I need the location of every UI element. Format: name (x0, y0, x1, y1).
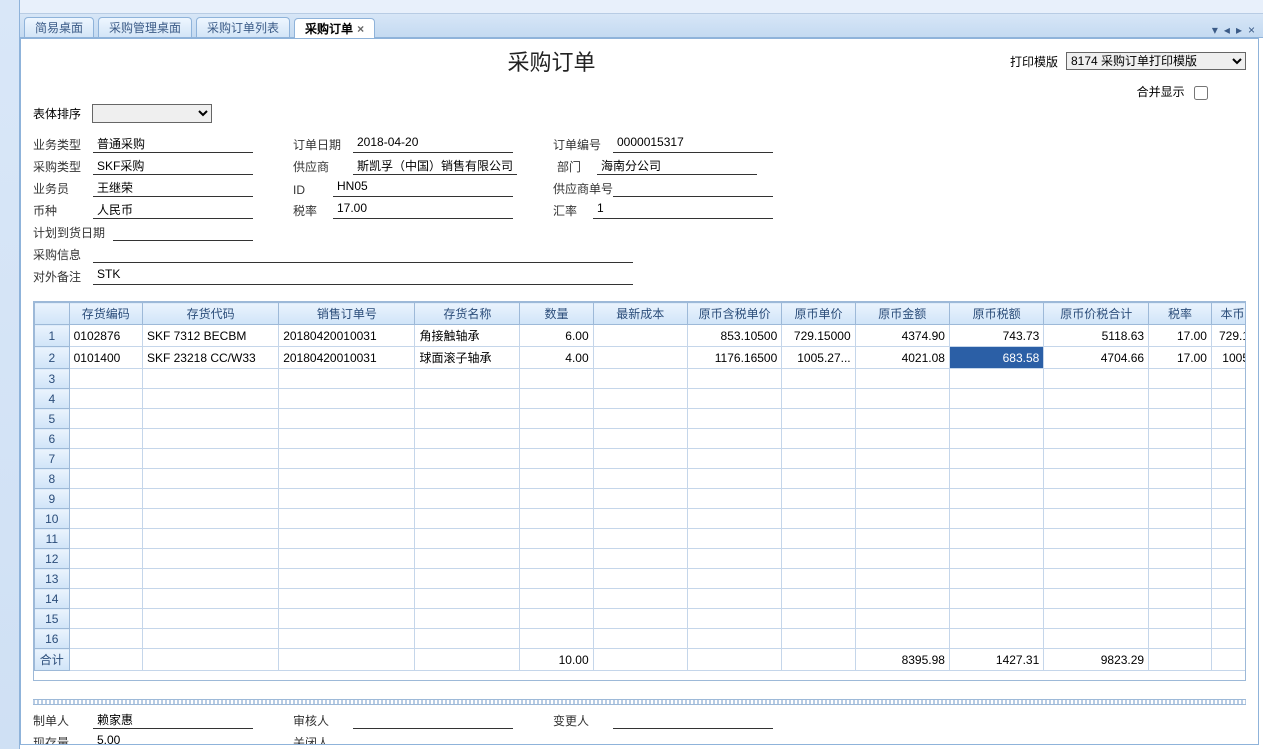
grid-col-header[interactable] (35, 303, 70, 325)
tab-po-list[interactable]: 采购订单列表 (196, 17, 290, 37)
close-icon[interactable]: × (357, 22, 364, 36)
table-row[interactable]: 11 (35, 529, 1247, 549)
grid-col-header[interactable]: 原币含税单价 (687, 303, 781, 325)
table-row[interactable]: 4 (35, 389, 1247, 409)
table-row[interactable]: 3 (35, 369, 1247, 389)
print-template-label: 打印模版 (1010, 53, 1058, 70)
stock-field: 5.00 (93, 733, 253, 745)
purchase-info-field[interactable] (93, 245, 633, 263)
remark-field[interactable]: STK (93, 267, 633, 285)
purchase-type-field[interactable]: SKF采购 (93, 157, 253, 175)
order-date-field[interactable]: 2018-04-20 (353, 135, 513, 153)
plan-arrival-field[interactable] (113, 223, 253, 241)
grid-col-header[interactable]: 存货代码 (142, 303, 278, 325)
merge-checkbox[interactable] (1194, 86, 1208, 100)
table-row[interactable]: 5 (35, 409, 1247, 429)
grid-col-header[interactable]: 销售订单号 (279, 303, 415, 325)
grid[interactable]: 存货编码存货代码销售订单号存货名称数量最新成本原币含税单价原币单价原币金额原币税… (33, 301, 1246, 681)
grid-col-header[interactable]: 本币 (1211, 303, 1246, 325)
merge-label: 合并显示 (1137, 85, 1185, 99)
table-row[interactable]: 6 (35, 429, 1247, 449)
tax-rate-field[interactable]: 17.00 (333, 201, 513, 219)
footer: 制单人赖家惠 审核人 变更人 现存量5.00 关闭人 (21, 705, 1258, 745)
supplier-order-no-field[interactable] (613, 179, 773, 197)
grid-hscrollbar[interactable] (33, 683, 1246, 699)
grid-col-header[interactable]: 最新成本 (593, 303, 687, 325)
table-row[interactable]: 10102876SKF 7312 BECBM20180420010031角接触轴… (35, 325, 1247, 347)
table-row[interactable]: 20101400SKF 23218 CC/W3320180420010031球面… (35, 347, 1247, 369)
grid-col-header[interactable]: 税率 (1149, 303, 1212, 325)
table-row[interactable]: 8 (35, 469, 1247, 489)
maker-field: 赖家惠 (93, 711, 253, 729)
table-row[interactable]: 14 (35, 589, 1247, 609)
ribbon-placeholder (20, 0, 1263, 14)
table-row[interactable]: 15 (35, 609, 1247, 629)
print-template-select[interactable]: 8174 采购订单打印模版 (1066, 52, 1246, 70)
table-row[interactable]: 12 (35, 549, 1247, 569)
id-field[interactable]: HN05 (333, 179, 513, 197)
grid-col-header[interactable]: 存货名称 (415, 303, 520, 325)
table-sum-row: 合计10.008395.981427.319823.29 (35, 649, 1247, 671)
left-strip (0, 0, 20, 749)
changer-field (613, 711, 773, 729)
dept-field[interactable]: 海南分公司 (597, 157, 757, 175)
auditor-field (353, 711, 513, 729)
grid-col-header[interactable]: 存货编码 (69, 303, 142, 325)
sort-label: 表体排序 (33, 107, 81, 121)
tab-strip: 简易桌面 采购管理桌面 采购订单列表 采购订单 × ▾ ◂ ▸ × (20, 14, 1263, 38)
table-row[interactable]: 10 (35, 509, 1247, 529)
tab-prev-icon[interactable]: ◂ (1224, 23, 1230, 37)
table-row[interactable]: 9 (35, 489, 1247, 509)
form-area: 业务类型普通采购 订单日期2018-04-20 订单编号0000015317 采… (21, 131, 1258, 295)
tab-purchase-desktop[interactable]: 采购管理桌面 (98, 17, 192, 37)
workarea: 采购订单 打印模版 8174 采购订单打印模版 合并显示 表体排序 业务类型普通… (20, 38, 1259, 745)
sort-select[interactable] (92, 104, 212, 123)
tab-simple-desktop[interactable]: 简易桌面 (24, 17, 94, 37)
salesman-field[interactable]: 王继荣 (93, 179, 253, 197)
tab-nav-right: ▾ ◂ ▸ × (1212, 23, 1263, 37)
tab-close-all-icon[interactable]: × (1248, 23, 1255, 37)
exchange-rate-field[interactable]: 1 (593, 201, 773, 219)
tab-menu-icon[interactable]: ▾ (1212, 23, 1218, 37)
tab-next-icon[interactable]: ▸ (1236, 23, 1242, 37)
grid-col-header[interactable]: 原币金额 (855, 303, 949, 325)
grid-col-header[interactable]: 数量 (520, 303, 593, 325)
biz-type-field[interactable]: 普通采购 (93, 135, 253, 153)
table-row[interactable]: 13 (35, 569, 1247, 589)
grid-col-header[interactable]: 原币税额 (949, 303, 1043, 325)
currency-field[interactable]: 人民币 (93, 201, 253, 219)
grid-col-header[interactable]: 原币单价 (782, 303, 855, 325)
order-no-field[interactable]: 0000015317 (613, 135, 773, 153)
grid-col-header[interactable]: 原币价税合计 (1044, 303, 1149, 325)
supplier-field[interactable]: 斯凯孚（中国）销售有限公司 (353, 157, 517, 175)
closer-field (353, 733, 513, 745)
table-row[interactable]: 16 (35, 629, 1247, 649)
page-title: 采购订单 (93, 45, 1010, 77)
table-row[interactable]: 7 (35, 449, 1247, 469)
tab-po-detail[interactable]: 采购订单 × (294, 18, 375, 38)
